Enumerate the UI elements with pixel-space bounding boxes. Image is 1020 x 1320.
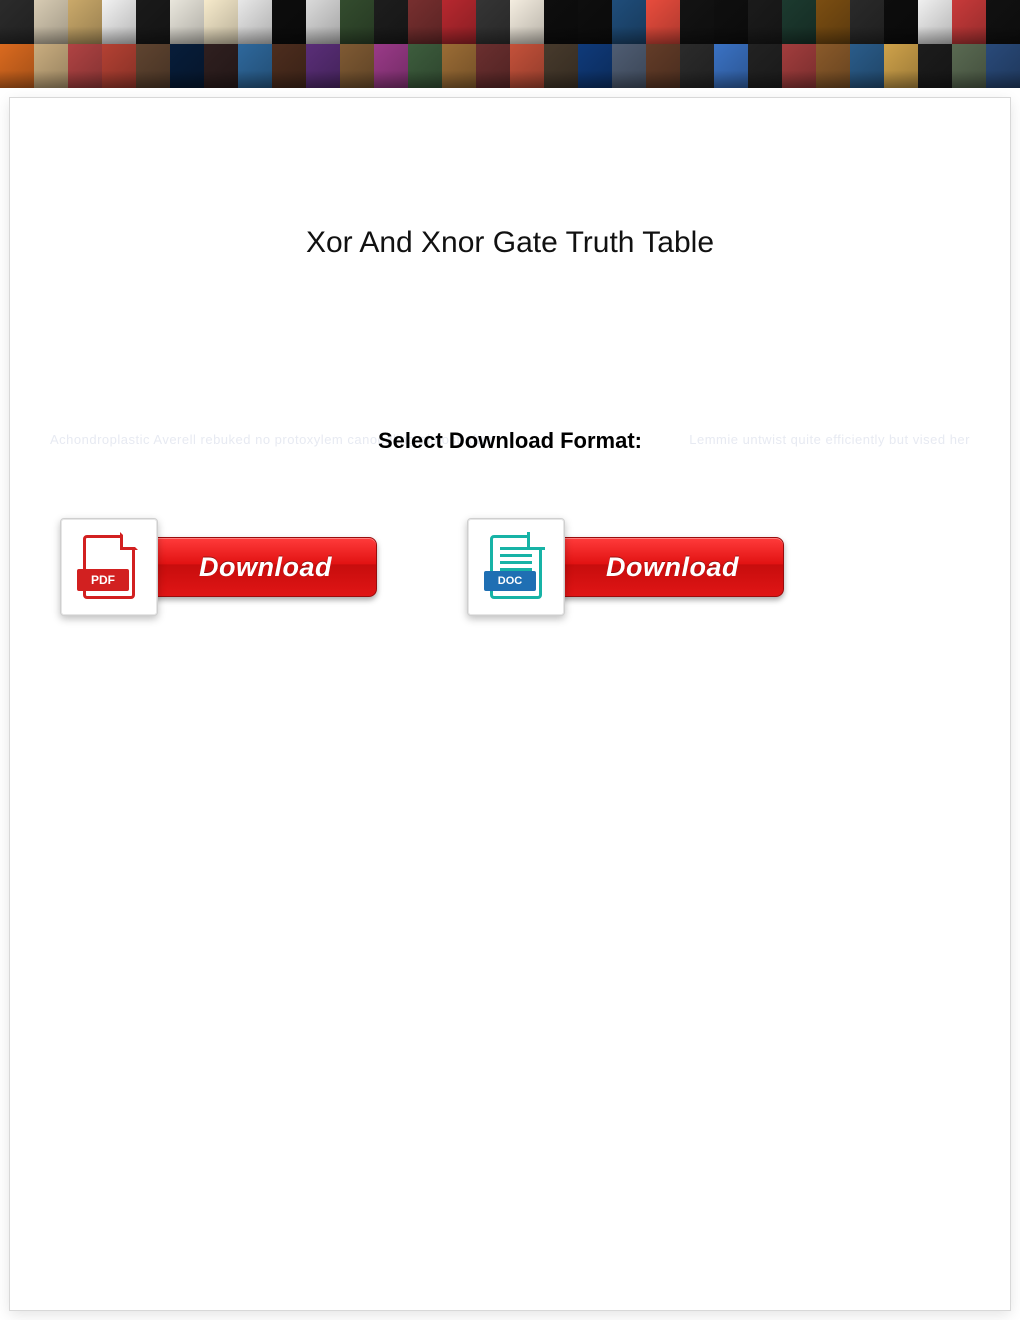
collage-tile xyxy=(306,0,340,44)
collage-tile xyxy=(646,44,680,88)
collage-tile xyxy=(680,44,714,88)
collage-tile xyxy=(986,0,1020,44)
collage-tile xyxy=(374,44,408,88)
download-pdf-button-label: Download xyxy=(199,552,332,583)
collage-tile xyxy=(510,0,544,44)
faint-text-right: Lemmie untwist quite efficiently but vis… xyxy=(689,432,970,447)
collage-tile xyxy=(714,0,748,44)
collage-tile xyxy=(578,0,612,44)
collage-tile xyxy=(544,0,578,44)
collage-tile xyxy=(408,44,442,88)
collage-tile xyxy=(476,0,510,44)
collage-tile xyxy=(816,44,850,88)
collage-tile xyxy=(238,0,272,44)
collage-tile xyxy=(578,44,612,88)
collage-tile xyxy=(850,44,884,88)
pdf-icon: PDF xyxy=(83,535,135,599)
collage-tile xyxy=(748,0,782,44)
collage-tile xyxy=(442,0,476,44)
collage-tile xyxy=(510,44,544,88)
pdf-file-badge: PDF xyxy=(60,518,158,616)
collage-tile xyxy=(850,0,884,44)
collage-tile xyxy=(476,44,510,88)
collage-tile xyxy=(170,44,204,88)
doc-file-badge: DOC xyxy=(467,518,565,616)
collage-tile xyxy=(272,44,306,88)
collage-tile xyxy=(102,0,136,44)
header-collage xyxy=(0,0,1020,88)
download-doc[interactable]: DOC Download xyxy=(467,518,784,616)
collage-tile xyxy=(408,0,442,44)
collage-tile xyxy=(102,44,136,88)
pdf-badge-label: PDF xyxy=(77,569,129,591)
download-doc-button[interactable]: Download xyxy=(555,537,784,597)
collage-tile xyxy=(306,44,340,88)
collage-tile xyxy=(986,44,1020,88)
collage-tile xyxy=(646,0,680,44)
collage-tile xyxy=(612,44,646,88)
collage-tile xyxy=(340,0,374,44)
collage-tile xyxy=(204,44,238,88)
page-title: Xor And Xnor Gate Truth Table xyxy=(10,226,1010,260)
collage-tile xyxy=(68,0,102,44)
collage-tile xyxy=(918,0,952,44)
collage-tile xyxy=(952,44,986,88)
select-format-row: Achondroplastic Averell rebuked no proto… xyxy=(50,428,970,452)
collage-tile xyxy=(68,44,102,88)
collage-tile xyxy=(884,0,918,44)
collage-tile xyxy=(0,44,34,88)
collage-tile xyxy=(714,44,748,88)
collage-tile xyxy=(34,44,68,88)
document-page: Xor And Xnor Gate Truth Table Achondropl… xyxy=(10,98,1010,1310)
download-buttons-row: PDF Download DOC Download xyxy=(60,518,960,616)
collage-tile xyxy=(782,0,816,44)
collage-tile xyxy=(612,0,646,44)
collage-tile xyxy=(952,0,986,44)
collage-tile xyxy=(544,44,578,88)
collage-tile xyxy=(680,0,714,44)
collage-tile xyxy=(272,0,306,44)
collage-tile xyxy=(748,44,782,88)
doc-badge-label: DOC xyxy=(484,571,536,591)
doc-icon: DOC xyxy=(490,535,542,599)
collage-tile xyxy=(374,0,408,44)
collage-tile xyxy=(442,44,476,88)
collage-tile xyxy=(816,0,850,44)
download-pdf[interactable]: PDF Download xyxy=(60,518,377,616)
collage-tile xyxy=(136,44,170,88)
collage-tile xyxy=(918,44,952,88)
collage-tile xyxy=(204,0,238,44)
collage-tile xyxy=(170,0,204,44)
collage-tile xyxy=(0,0,34,44)
collage-tile xyxy=(340,44,374,88)
collage-tile xyxy=(238,44,272,88)
collage-tile xyxy=(884,44,918,88)
collage-tile xyxy=(34,0,68,44)
download-pdf-button[interactable]: Download xyxy=(148,537,377,597)
download-doc-button-label: Download xyxy=(606,552,739,583)
collage-tile xyxy=(782,44,816,88)
collage-tile xyxy=(136,0,170,44)
